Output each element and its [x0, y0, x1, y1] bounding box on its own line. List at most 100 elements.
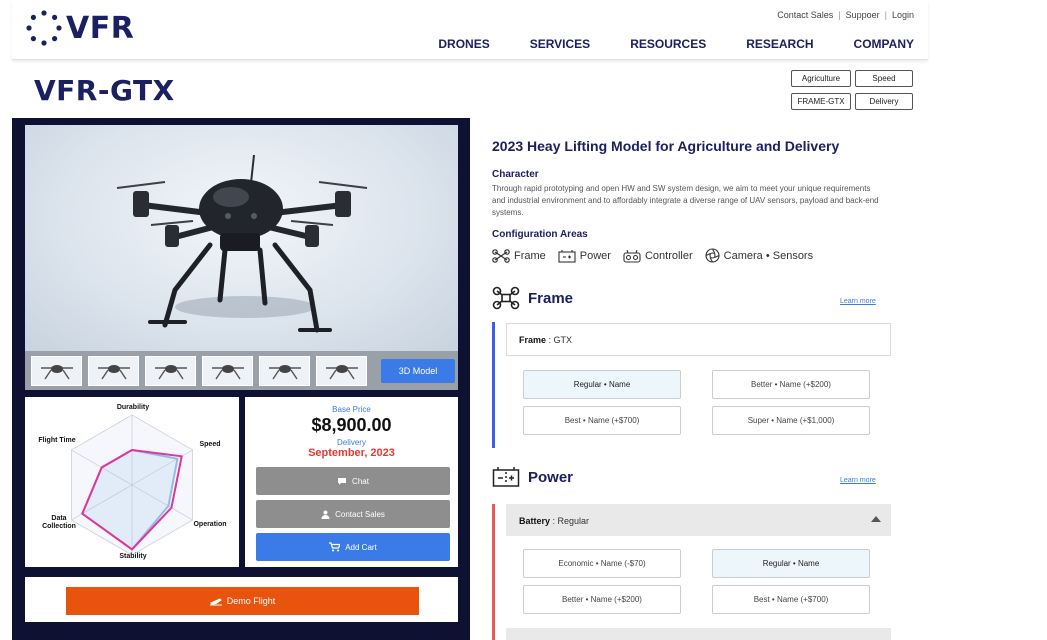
drone-thumb-icon [325, 364, 358, 379]
radar-label-flight-time: Flight Time [38, 437, 76, 444]
radar-label-operation: Operation [193, 521, 227, 528]
character-description: Through rapid prototyping and open HW an… [492, 184, 879, 217]
frame-option-super[interactable]: Super • Name (+$1,000) [712, 406, 870, 435]
product-media-panel: 3D Model Durability Speed Operation Stab… [12, 118, 470, 640]
power-section-title: Power [492, 466, 573, 488]
radar-label-speed: Speed [199, 441, 221, 448]
delivery-date: September, 2023 [308, 447, 395, 459]
cart-icon [329, 542, 341, 552]
contact-sales-link[interactable]: Contact Sales [777, 10, 833, 20]
power-learn-more-link[interactable]: Learn more [840, 477, 876, 484]
frame-icon [492, 248, 510, 263]
base-price-value: $8,900.00 [311, 415, 392, 435]
radar-label-data-collection: Data Collection [42, 515, 76, 530]
base-price-label: Base Price [332, 405, 371, 414]
battery-option-regular[interactable]: Regular • Name [712, 549, 870, 578]
config-camera-sensors[interactable]: Camera • Sensors [705, 248, 813, 263]
page-title: VFR-GTX [34, 74, 175, 107]
logo-ring-icon [26, 10, 62, 46]
tag-agriculture[interactable]: Agriculture [791, 70, 851, 87]
tag-speed[interactable]: Speed [855, 70, 913, 87]
controller-icon [623, 249, 641, 263]
battery-value: : Regular [550, 516, 590, 526]
tag-delivery[interactable]: Delivery [855, 93, 913, 110]
thumbnail-strip: 3D Model [25, 351, 458, 390]
collapse-caret-icon[interactable] [871, 516, 881, 522]
login-link[interactable]: Login [892, 10, 914, 20]
thumbnail[interactable] [202, 355, 253, 386]
configuration-heading: Configuration Areas [492, 229, 588, 240]
drone-thumb-icon [268, 364, 301, 379]
demo-flight-label: Demo Flight [226, 596, 276, 606]
contact-sales-button[interactable]: Contact Sales [256, 500, 450, 528]
frame-selection-label: Frame [519, 335, 547, 345]
product-headline: 2023 Heay Lifting Model for Agriculture … [492, 138, 840, 154]
drone-thumb-icon [97, 364, 130, 379]
thumbnail[interactable] [145, 355, 196, 386]
frame-selection-row[interactable]: Frame : GTX [506, 323, 891, 356]
frame-option-better[interactable]: Better • Name (+$200) [712, 370, 870, 399]
character-heading: Character [492, 169, 539, 180]
person-icon [321, 510, 330, 519]
add-cart-button[interactable]: Add Cart [256, 533, 450, 561]
camera-aperture-icon [705, 248, 720, 263]
pricing-card: Base Price $8,900.00 Delivery September,… [245, 397, 458, 567]
performance-radar: Durability Speed Operation Stability Dat… [25, 397, 239, 567]
battery-option-better[interactable]: Better • Name (+$200) [523, 585, 681, 614]
divider: | [838, 10, 841, 20]
chat-button[interactable]: Chat [256, 467, 450, 495]
3d-model-button[interactable]: 3D Model [381, 358, 455, 383]
config-power-label: Power [579, 249, 611, 262]
add-cart-label: Add Cart [345, 542, 377, 552]
battery-option-best[interactable]: Best • Name (+$700) [712, 585, 870, 614]
thumbnail[interactable] [259, 355, 310, 386]
battery-icon [558, 249, 576, 263]
frame-option-best[interactable]: Best • Name (+$700) [523, 406, 681, 435]
config-frame[interactable]: Frame [492, 248, 546, 263]
divider: | [884, 10, 887, 20]
frame-accent-bar [492, 322, 495, 448]
configuration-areas: Frame Power Controller Camera • Sensors [492, 248, 813, 263]
contact-sales-label: Contact Sales [335, 509, 385, 519]
battery-option-economic[interactable]: Economic • Name (-$70) [523, 549, 681, 578]
drone-image [116, 154, 368, 333]
frame-section-label: Frame [528, 289, 574, 307]
thumbnail[interactable] [88, 355, 139, 386]
frame-option-regular[interactable]: Regular • Name [523, 370, 681, 399]
frame-section-icon [492, 286, 520, 310]
thumbnail[interactable] [31, 355, 82, 386]
battery-selection-row[interactable]: Battery : Regular [506, 504, 891, 536]
battery-label: Battery [519, 516, 551, 526]
demo-flight-button[interactable]: Demo Flight [66, 587, 419, 615]
nav-company[interactable]: COMPANY [854, 37, 914, 51]
nav-resources[interactable]: RESOURCES [630, 37, 706, 51]
chat-icon [338, 477, 347, 485]
logo[interactable]: VFR [26, 10, 134, 46]
tag-list: Agriculture Speed FRAME-GTX Delivery [791, 70, 913, 110]
main-nav: DRONES SERVICES RESOURCES RESEARCH COMPA… [438, 37, 914, 51]
logo-text: VFR [66, 10, 135, 46]
product-page: VFR Contact Sales | Suppoer | Login DRON… [0, 0, 1047, 640]
tag-frame-gtx[interactable]: FRAME-GTX [791, 93, 851, 110]
takeoff-icon [209, 597, 222, 606]
drone-thumb-icon [211, 364, 244, 379]
config-power[interactable]: Power [558, 249, 611, 263]
radar-label-stability: Stability [119, 553, 147, 560]
drone-thumb-icon [154, 364, 187, 379]
nav-research[interactable]: RESEARCH [746, 37, 813, 51]
config-controller[interactable]: Controller [623, 249, 693, 263]
nav-drones[interactable]: DRONES [438, 37, 489, 51]
utility-links: Contact Sales | Suppoer | Login [777, 10, 914, 20]
support-link[interactable]: Suppoer [846, 10, 880, 20]
frame-learn-more-link[interactable]: Learn more [840, 298, 876, 305]
power-accent-bar [492, 504, 495, 640]
next-config-row[interactable] [506, 628, 891, 640]
drone-thumb-icon [40, 364, 73, 379]
power-section-icon [492, 467, 520, 487]
thumbnail[interactable] [316, 355, 367, 386]
frame-section-title: Frame [492, 286, 573, 310]
nav-services[interactable]: SERVICES [530, 37, 590, 51]
config-camera-label: Camera • Sensors [723, 249, 814, 262]
radar-chart [71, 414, 193, 556]
delivery-label: Delivery [337, 438, 366, 447]
